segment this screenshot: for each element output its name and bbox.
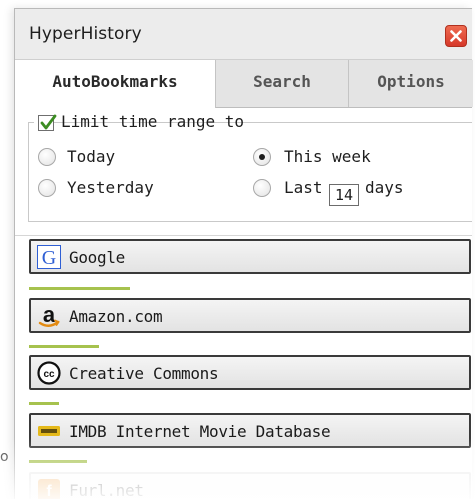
google-icon: G bbox=[37, 245, 61, 269]
tab-search[interactable]: Search bbox=[216, 60, 349, 107]
edge-text: o bbox=[0, 449, 9, 465]
close-button[interactable] bbox=[445, 25, 467, 47]
title-bar: HyperHistory bbox=[15, 9, 472, 60]
limit-time-label: Limit time range to bbox=[61, 112, 245, 131]
bookmark-label: Furl.net bbox=[69, 481, 144, 499]
activity-bar bbox=[29, 287, 130, 290]
this-week-label: This week bbox=[284, 147, 371, 166]
bookmark-amazon[interactable]: a Amazon.com bbox=[29, 298, 471, 333]
section-divider bbox=[15, 235, 472, 236]
screenshot-stage: o HyperHistory AutoBookmarks Search Opti… bbox=[0, 0, 475, 499]
days-label: days bbox=[365, 178, 404, 197]
activity-bar bbox=[29, 460, 87, 463]
close-icon bbox=[450, 30, 462, 42]
furl-icon: f bbox=[38, 479, 60, 499]
today-label: Today bbox=[67, 147, 116, 166]
radio-last-days[interactable] bbox=[253, 179, 271, 197]
radio-selected-dot bbox=[259, 154, 265, 160]
svg-text:cc: cc bbox=[43, 369, 55, 380]
bookmark-label: IMDB Internet Movie Database bbox=[69, 422, 331, 441]
window-title: HyperHistory bbox=[29, 24, 142, 44]
activity-bar bbox=[29, 345, 99, 348]
tab-options[interactable]: Options bbox=[349, 60, 473, 107]
bookmark-label: Creative Commons bbox=[69, 364, 219, 383]
activity-bar bbox=[29, 402, 59, 405]
hyperhistory-panel: HyperHistory AutoBookmarks Search Option… bbox=[14, 8, 473, 499]
limit-time-checkbox[interactable] bbox=[38, 114, 57, 131]
radio-today[interactable] bbox=[38, 148, 56, 166]
days-count-input[interactable] bbox=[329, 184, 359, 206]
bookmark-label: Google bbox=[69, 248, 125, 267]
tab-autobookmarks[interactable]: AutoBookmarks bbox=[15, 60, 216, 108]
tab-bar: AutoBookmarks Search Options bbox=[15, 60, 473, 108]
time-range-legend: Limit time range to bbox=[34, 109, 244, 137]
bookmark-label: Amazon.com bbox=[69, 307, 163, 326]
svg-text:G: G bbox=[42, 247, 56, 269]
bookmark-creative-commons[interactable]: cc Creative Commons bbox=[29, 355, 471, 390]
svg-text:f: f bbox=[46, 483, 52, 499]
checkmark-icon bbox=[40, 114, 57, 130]
amazon-icon: a bbox=[38, 304, 60, 327]
bookmark-google[interactable]: G Google bbox=[29, 239, 471, 274]
radio-this-week[interactable] bbox=[253, 148, 271, 166]
radio-yesterday[interactable] bbox=[38, 179, 56, 197]
bookmark-furl[interactable]: f Furl.net bbox=[29, 472, 471, 499]
yesterday-label: Yesterday bbox=[67, 178, 154, 197]
last-label: Last bbox=[284, 178, 323, 197]
creative-commons-icon: cc bbox=[37, 361, 61, 385]
imdb-icon bbox=[38, 426, 60, 436]
time-range-group bbox=[28, 122, 472, 222]
bookmark-imdb[interactable]: IMDB Internet Movie Database bbox=[29, 413, 471, 448]
